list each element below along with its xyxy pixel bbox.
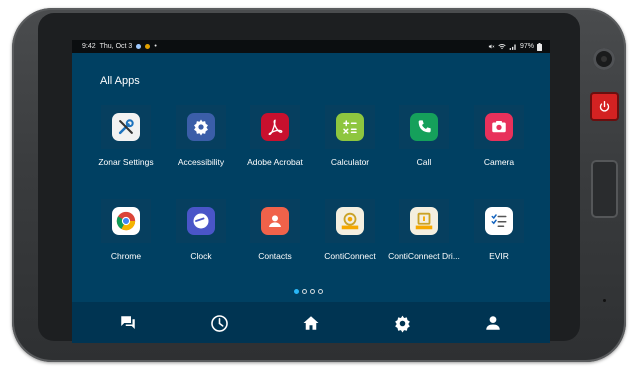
page-dot-3[interactable] <box>310 289 315 294</box>
notification-icon <box>136 44 142 49</box>
app-tile <box>325 199 375 243</box>
mute-icon <box>488 44 495 49</box>
status-left: 9:42 Thu, Oct 3 • <box>82 40 157 53</box>
warning-icon <box>145 44 151 49</box>
side-button[interactable] <box>591 160 618 218</box>
app-tile <box>474 199 524 243</box>
page-dot-4[interactable] <box>318 289 323 294</box>
app-tile <box>250 199 300 243</box>
app-label: Adobe Acrobat <box>247 157 303 167</box>
sensor-dot <box>603 299 606 302</box>
app-tile <box>101 105 151 149</box>
bottom-navbar <box>72 302 550 343</box>
app-call[interactable]: Call <box>388 105 460 177</box>
battery-icon <box>537 42 542 51</box>
app-conticonnect[interactable]: ContiConnect <box>314 199 386 271</box>
app-accessibility[interactable]: Accessibility <box>165 105 237 177</box>
page-title: All Apps <box>100 75 140 87</box>
status-date: Thu, Oct 3 <box>99 43 133 50</box>
tools-icon <box>112 113 140 141</box>
app-tile <box>399 199 449 243</box>
app-calculator[interactable]: Calculator <box>314 105 386 177</box>
app-label: Clock <box>190 251 212 261</box>
checklist-icon <box>485 207 513 235</box>
app-adobe-acrobat[interactable]: Adobe Acrobat <box>239 105 311 177</box>
conticonnect-icon <box>336 207 364 235</box>
status-time: 9:42 <box>82 43 96 50</box>
acrobat-icon <box>261 113 289 141</box>
gear-icon <box>187 113 215 141</box>
screen: 9:42 Thu, Oct 3 • 97% All Apps Zonar Set… <box>72 40 550 343</box>
app-tile <box>325 105 375 149</box>
wifi-icon <box>498 44 506 50</box>
app-conticonnect-driver[interactable]: ContiConnect Dri... <box>388 199 460 271</box>
status-bar: 9:42 Thu, Oct 3 • 97% <box>72 40 550 53</box>
power-button[interactable] <box>592 94 617 119</box>
app-camera[interactable]: Camera <box>463 105 535 177</box>
camera-icon <box>485 113 513 141</box>
app-label: Calculator <box>330 157 370 167</box>
app-tile <box>176 199 226 243</box>
app-tile <box>101 199 151 243</box>
app-tile <box>399 105 449 149</box>
app-label: ContiConnect Dri... <box>388 251 460 261</box>
app-clock[interactable]: Clock <box>165 199 237 271</box>
conticonnect-driver-icon <box>410 207 438 235</box>
app-evir[interactable]: EVIR <box>463 199 535 271</box>
chrome-icon <box>112 207 140 235</box>
home-icon <box>303 316 319 330</box>
camera-lens <box>593 48 615 70</box>
person-icon <box>261 207 289 235</box>
app-label: Accessibility <box>177 157 225 167</box>
nav-settings[interactable] <box>392 313 412 333</box>
page-indicator <box>294 289 323 294</box>
app-tile <box>474 105 524 149</box>
app-label: Contacts <box>258 251 292 261</box>
app-zonar-settings[interactable]: Zonar Settings <box>90 105 162 177</box>
nav-profile[interactable] <box>483 313 503 333</box>
calculator-icon <box>336 113 364 141</box>
app-label: Call <box>416 157 432 167</box>
app-label: Camera <box>483 157 515 167</box>
clock-icon <box>187 207 215 235</box>
settings-icon <box>394 315 410 333</box>
messages-icon <box>121 316 135 329</box>
nav-clock[interactable] <box>209 313 229 333</box>
nav-home[interactable] <box>301 313 321 333</box>
nav-messages[interactable] <box>118 313 138 333</box>
app-chrome[interactable]: Chrome <box>90 199 162 271</box>
page-dot-1[interactable] <box>294 289 299 294</box>
power-icon <box>599 100 610 112</box>
status-right: 97% <box>488 40 542 53</box>
battery-level: 97% <box>519 43 534 50</box>
app-contacts[interactable]: Contacts <box>239 199 311 271</box>
app-label: ContiConnect <box>324 251 376 261</box>
app-label: Chrome <box>110 251 142 261</box>
app-tile <box>250 105 300 149</box>
signal-icon <box>509 44 516 50</box>
app-label: EVIR <box>489 251 509 261</box>
page-dot-2[interactable] <box>302 289 307 294</box>
profile-icon <box>486 316 500 330</box>
app-label: Zonar Settings <box>98 157 154 167</box>
app-tile <box>176 105 226 149</box>
clock-icon <box>210 314 228 332</box>
phone-icon <box>410 113 438 141</box>
more-notifications-icon: • <box>154 43 157 50</box>
